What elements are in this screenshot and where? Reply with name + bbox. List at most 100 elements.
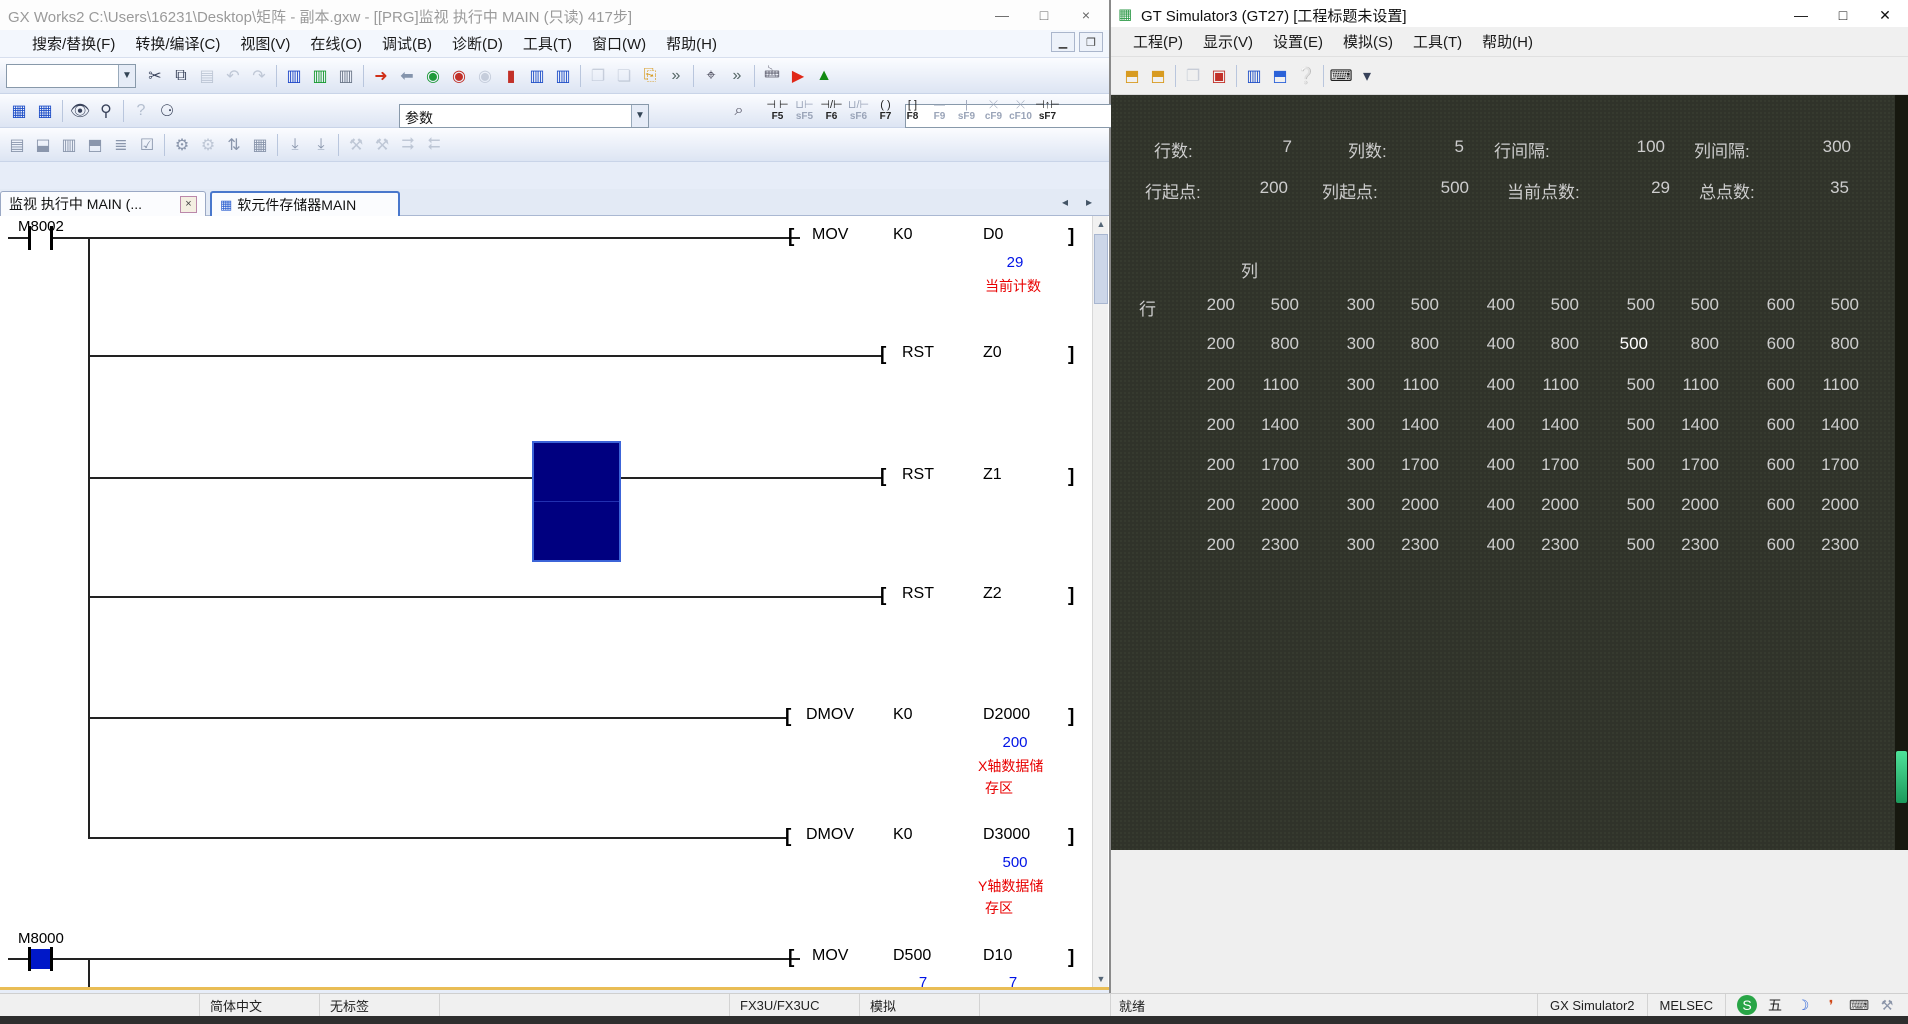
redo-icon[interactable]: ↷ [247,64,271,88]
help-icon[interactable]: ? [129,99,153,123]
undo-icon[interactable]: ↶ [221,64,245,88]
moon-icon[interactable]: ☽ [1793,995,1813,1015]
ladder-key-F9[interactable]: —F9 [926,96,953,126]
overflow-chevron-icon[interactable]: » [664,64,688,88]
scroll-up-icon[interactable]: ▲ [1093,216,1109,232]
option-icon[interactable]: ❔ [1294,64,1318,88]
tab-scroll-left-icon[interactable]: ◂ [1062,195,1068,209]
ladder-key-sF7[interactable]: ⊣↑⊢sF7 [1034,96,1061,126]
ladder-key-sF5[interactable]: ⊔⊢sF5 [791,96,818,126]
minimize-icon[interactable]: — [981,0,1023,30]
scrollbar-thumb[interactable] [1094,234,1108,304]
save-project-icon[interactable]: ⬒ [1146,64,1170,88]
watch1-icon[interactable]: ⚙ [170,133,194,157]
gx-menu-item-0[interactable]: 搜索/替换(F) [22,30,125,57]
tool-b-icon[interactable]: ⚒ [370,133,394,157]
screen-capture-icon[interactable]: ▣ [1207,64,1231,88]
overflow-chevron2-icon[interactable]: » [725,64,749,88]
gt-hmi-screen[interactable]: 行数: 7 列数: 5 行间隔: 100 列间隔: 300 行起点: 200 列… [1111,95,1908,850]
device-monitor-icon[interactable]: ▥ [1242,64,1266,88]
tab-scroll-right-icon[interactable]: ▸ [1086,195,1092,209]
read-from-plc-icon[interactable]: ⬅ [395,64,419,88]
ladder-key-F8[interactable]: [ ]F8 [899,96,926,126]
dropdown-icon[interactable]: ▾ [1355,64,1379,88]
gt-menu-item-4[interactable]: 工具(T) [1403,28,1472,55]
monitor-stop-icon[interactable]: ◉ [447,64,471,88]
label-icon[interactable]: ▥ [57,133,81,157]
scrollbar-thumb[interactable] [1896,751,1907,803]
structured-icon[interactable]: ⬒ [83,133,107,157]
close-icon[interactable]: ✕ [1864,0,1906,30]
tool-a-icon[interactable]: ⚒ [344,133,368,157]
simulation-start-icon[interactable]: ▶ [786,64,810,88]
monitor-write-icon[interactable]: ▮ [499,64,523,88]
soft-keyboard-icon[interactable]: ⌨ [1849,995,1869,1015]
write-to-plc-icon[interactable]: ➜ [369,64,393,88]
device-batch-icon[interactable]: ▥ [551,64,575,88]
logic-test-icon[interactable]: ⌖ [699,64,723,88]
ladder-key-F5[interactable]: ⊣ ⊢F5 [764,96,791,126]
fb-icon[interactable]: ⬓ [31,133,55,157]
window-cascade-icon[interactable]: ❐ [586,64,610,88]
ladder-key-sF6[interactable]: ⊔/⊢sF6 [845,96,872,126]
device-memory-icon[interactable]: ▦ [33,99,57,123]
gt-menu-item-5[interactable]: 帮助(H) [1472,28,1543,55]
gx-menu-item-1[interactable]: 转换/编译(C) [125,30,230,57]
gx-menu-item-4[interactable]: 调试(B) [372,30,442,57]
sogou-icon[interactable]: S [1737,995,1757,1015]
keyboard-icon[interactable]: ⌨ [1329,64,1353,88]
maximize-icon[interactable]: □ [1822,0,1864,30]
zoom-page-icon[interactable]: ⌕ [727,99,751,123]
tab-monitor-main[interactable]: 监视 执行中 MAIN (... × [0,191,206,216]
chevron-down-icon[interactable]: ▼ [118,65,135,87]
device-display-icon[interactable]: ▥ [282,64,306,88]
dev-table-icon[interactable]: ⤓ [309,133,333,157]
open-project-icon[interactable]: ⬒ [1120,64,1144,88]
device-monitor-icon[interactable]: ▥ [308,64,332,88]
ladder-vscrollbar[interactable]: ▲ ▼ [1092,216,1108,987]
ladder-editor[interactable]: M8002 M8000 [ MOV K0 D0 ] 29 当前计数 [ RST … [0,216,1109,987]
window-icon[interactable]: ❐ [1181,64,1205,88]
ladder-key-cF10[interactable]: ⤬cF10 [1007,96,1034,126]
buffer-memory-icon[interactable]: ▥ [334,64,358,88]
gx-menu-item-5[interactable]: 诊断(D) [442,30,513,57]
copy-icon[interactable]: ⧉ [169,64,193,88]
chevron-down-icon[interactable]: ▼ [631,105,648,127]
flow-a-icon[interactable]: ⮆ [396,133,420,157]
parameter-combo[interactable]: 参数 ▼ [399,104,649,128]
dev-down-icon[interactable]: ⤓ [283,133,307,157]
gt-screen-scrollbar[interactable] [1895,95,1908,850]
ladder-key-cF9[interactable]: ⤫cF9 [980,96,1007,126]
paste-icon[interactable]: ▤ [195,64,219,88]
mdi-minimize-icon[interactable]: ▁ [1051,32,1075,52]
comment-icon[interactable]: ≣ [109,133,133,157]
close-icon[interactable]: × [180,196,197,213]
maximize-icon[interactable]: □ [1023,0,1065,30]
ladder-key-F7[interactable]: ( )F7 [872,96,899,126]
ladder-key-F6[interactable]: ⊣/⊢F6 [818,96,845,126]
sort-icon[interactable]: ⇅ [222,133,246,157]
transfer-icon[interactable]: ⬒ [1268,64,1292,88]
window-tile-icon[interactable]: ❏ [612,64,636,88]
mdi-restore-icon[interactable]: ❐ [1079,32,1103,52]
monitor-start-icon[interactable]: ◉ [421,64,445,88]
gx-menu-item-3[interactable]: 在线(O) [300,30,372,57]
wubi-mode-icon[interactable]: 五 [1765,995,1785,1015]
grid-icon[interactable]: ▦ [248,133,272,157]
check-icon[interactable]: ☑ [135,133,159,157]
find-device-icon[interactable]: ⚲ [94,99,118,123]
gx-menu-item-8[interactable]: 帮助(H) [656,30,727,57]
gx-menu-item-2[interactable]: 视图(V) [230,30,300,57]
scroll-down-icon[interactable]: ▼ [1093,971,1109,987]
minimize-icon[interactable]: — [1780,0,1822,30]
gx-menu-item-7[interactable]: 窗口(W) [582,30,656,57]
watch2-icon[interactable]: ⚙ [196,133,220,157]
device-comment-icon[interactable]: ▦ [7,99,31,123]
tab-device-memory-main[interactable]: ▦ 软元件存储器MAIN [210,191,400,216]
gt-menu-item-3[interactable]: 模拟(S) [1333,28,1403,55]
gt-menu-item-2[interactable]: 设置(E) [1263,28,1333,55]
device-test-icon[interactable]: ▥ [525,64,549,88]
jump-icon[interactable]: ⎘ [638,64,662,88]
ladder-key-sF9[interactable]: |sF9 [953,96,980,126]
toolbox-icon[interactable]: ⚒ [1877,995,1897,1015]
